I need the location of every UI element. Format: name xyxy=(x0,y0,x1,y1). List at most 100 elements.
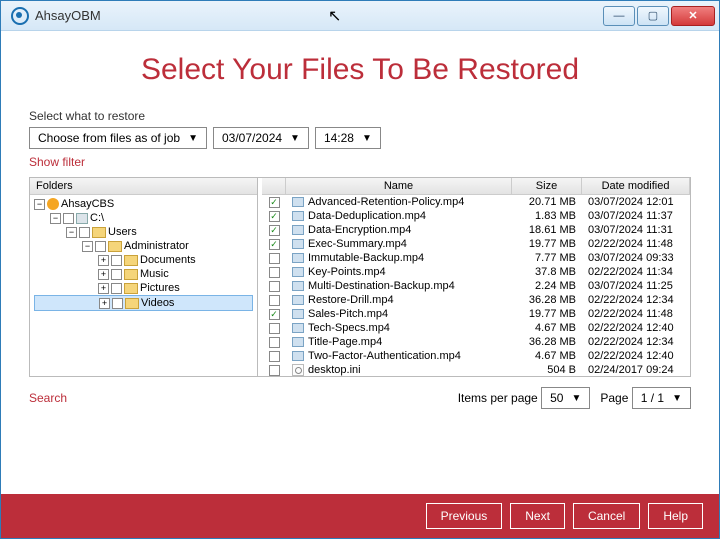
collapse-icon[interactable]: − xyxy=(82,241,93,252)
checkbox[interactable]: ✓ xyxy=(269,239,280,250)
tree-node-videos[interactable]: +Videos xyxy=(34,295,253,311)
table-row[interactable]: ✓Exec-Summary.mp419.77 MB02/22/2024 11:4… xyxy=(262,237,690,251)
collapse-icon[interactable]: − xyxy=(50,213,61,224)
checkbox[interactable] xyxy=(111,283,122,294)
footer: Previous Next Cancel Help xyxy=(1,494,719,538)
table-row[interactable]: ✓Sales-Pitch.mp419.77 MB02/22/2024 11:48 xyxy=(262,307,690,321)
folder-icon xyxy=(92,227,106,238)
chevron-down-icon: ▼ xyxy=(672,393,682,404)
date-value: 03/07/2024 xyxy=(222,131,282,145)
close-button[interactable]: ✕ xyxy=(671,6,715,26)
cancel-button[interactable]: Cancel xyxy=(573,503,640,529)
expand-icon[interactable]: + xyxy=(99,298,110,309)
checkbox[interactable] xyxy=(269,337,280,348)
tree-node-users[interactable]: −Users xyxy=(34,225,253,239)
video-icon xyxy=(292,197,304,207)
minimize-button[interactable]: — xyxy=(603,6,635,26)
file-date: 02/22/2024 12:40 xyxy=(582,349,690,363)
table-row[interactable]: ✓Data-Deduplication.mp41.83 MB03/07/2024… xyxy=(262,209,690,223)
table-row[interactable]: Tech-Specs.mp44.67 MB02/22/2024 12:40 xyxy=(262,321,690,335)
table-row[interactable]: Title-Page.mp436.28 MB02/22/2024 12:34 xyxy=(262,335,690,349)
maximize-button[interactable]: ▢ xyxy=(637,6,669,26)
tree-node-documents[interactable]: +Documents xyxy=(34,253,253,267)
folder-icon xyxy=(124,283,138,294)
tree-node-music[interactable]: +Music xyxy=(34,267,253,281)
titlebar[interactable]: AhsayOBM — ▢ ✕ xyxy=(1,1,719,31)
checkbox[interactable] xyxy=(111,269,122,280)
checkbox[interactable] xyxy=(269,253,280,264)
search-link[interactable]: Search xyxy=(29,391,67,405)
video-icon xyxy=(292,323,304,333)
file-size: 37.8 MB xyxy=(512,265,582,279)
expand-icon[interactable]: + xyxy=(98,255,109,266)
checkbox[interactable] xyxy=(269,281,280,292)
table-row[interactable]: ✓Advanced-Retention-Policy.mp420.71 MB03… xyxy=(262,195,690,209)
tree-node-drive[interactable]: −C:\ xyxy=(34,211,253,225)
checkbox[interactable] xyxy=(111,255,122,266)
ipp-dropdown[interactable]: 50▼ xyxy=(541,387,590,409)
col-date[interactable]: Date modified xyxy=(582,178,690,194)
table-row[interactable]: Immutable-Backup.mp47.77 MB03/07/2024 09… xyxy=(262,251,690,265)
table-row[interactable]: Key-Points.mp437.8 MB02/22/2024 11:34 xyxy=(262,265,690,279)
file-date: 02/24/2017 09:24 xyxy=(582,363,690,376)
checkbox[interactable] xyxy=(269,267,280,278)
time-value: 14:28 xyxy=(324,131,354,145)
page-dropdown[interactable]: 1 / 1▼ xyxy=(632,387,691,409)
checkbox[interactable]: ✓ xyxy=(269,225,280,236)
file-name: Two-Factor-Authentication.mp4 xyxy=(308,350,461,362)
checkbox[interactable] xyxy=(112,298,123,309)
video-icon xyxy=(292,337,304,347)
video-icon xyxy=(292,309,304,319)
tree-node-admin[interactable]: −Administrator xyxy=(34,239,253,253)
file-name: Sales-Pitch.mp4 xyxy=(308,308,388,320)
table-row[interactable]: Restore-Drill.mp436.28 MB02/22/2024 12:3… xyxy=(262,293,690,307)
help-button[interactable]: Help xyxy=(648,503,703,529)
server-icon xyxy=(47,198,59,210)
table-row[interactable]: Multi-Destination-Backup.mp42.24 MB03/07… xyxy=(262,279,690,293)
mode-dropdown[interactable]: Choose from files as of job▼ xyxy=(29,127,207,149)
checkbox[interactable]: ✓ xyxy=(269,309,280,320)
tree-node-root[interactable]: −AhsayCBS xyxy=(34,197,253,211)
list-rows: ✓Advanced-Retention-Policy.mp420.71 MB03… xyxy=(262,195,690,376)
previous-button[interactable]: Previous xyxy=(426,503,503,529)
file-date: 03/07/2024 09:33 xyxy=(582,251,690,265)
checkbox[interactable] xyxy=(269,323,280,334)
checkbox[interactable] xyxy=(79,227,90,238)
checkbox[interactable] xyxy=(269,365,280,376)
video-icon xyxy=(292,211,304,221)
checkbox[interactable] xyxy=(95,241,106,252)
expand-icon[interactable]: + xyxy=(98,283,109,294)
table-row[interactable]: ✓Data-Encryption.mp418.61 MB03/07/2024 1… xyxy=(262,223,690,237)
list-header: Name Size Date modified xyxy=(262,178,690,195)
next-button[interactable]: Next xyxy=(510,503,565,529)
file-name: Immutable-Backup.mp4 xyxy=(308,252,424,264)
collapse-icon[interactable]: − xyxy=(66,227,77,238)
checkbox[interactable]: ✓ xyxy=(269,211,280,222)
table-row[interactable]: Two-Factor-Authentication.mp44.67 MB02/2… xyxy=(262,349,690,363)
file-date: 02/22/2024 12:34 xyxy=(582,335,690,349)
checkbox[interactable]: ✓ xyxy=(269,197,280,208)
file-size: 36.28 MB xyxy=(512,293,582,307)
ini-icon xyxy=(292,364,304,376)
video-icon xyxy=(292,351,304,361)
checkbox[interactable] xyxy=(63,213,74,224)
col-size[interactable]: Size xyxy=(512,178,582,194)
table-row[interactable]: desktop.ini504 B02/24/2017 09:24 xyxy=(262,363,690,376)
file-date: 03/07/2024 11:25 xyxy=(582,279,690,293)
file-name: Advanced-Retention-Policy.mp4 xyxy=(308,196,464,208)
file-date: 03/07/2024 11:31 xyxy=(582,223,690,237)
col-check[interactable] xyxy=(262,178,286,194)
folder-tree: Folders −AhsayCBS −C:\ −Users −Administr… xyxy=(30,178,258,376)
col-name[interactable]: Name xyxy=(286,178,512,194)
tree-node-pictures[interactable]: +Pictures xyxy=(34,281,253,295)
date-dropdown[interactable]: 03/07/2024▼ xyxy=(213,127,309,149)
folder-icon xyxy=(124,255,138,266)
time-dropdown[interactable]: 14:28▼ xyxy=(315,127,381,149)
drive-icon xyxy=(76,213,88,224)
show-filter-link[interactable]: Show filter xyxy=(29,155,691,169)
collapse-icon[interactable]: − xyxy=(34,199,45,210)
file-name: Multi-Destination-Backup.mp4 xyxy=(308,280,455,292)
expand-icon[interactable]: + xyxy=(98,269,109,280)
checkbox[interactable] xyxy=(269,295,280,306)
checkbox[interactable] xyxy=(269,351,280,362)
